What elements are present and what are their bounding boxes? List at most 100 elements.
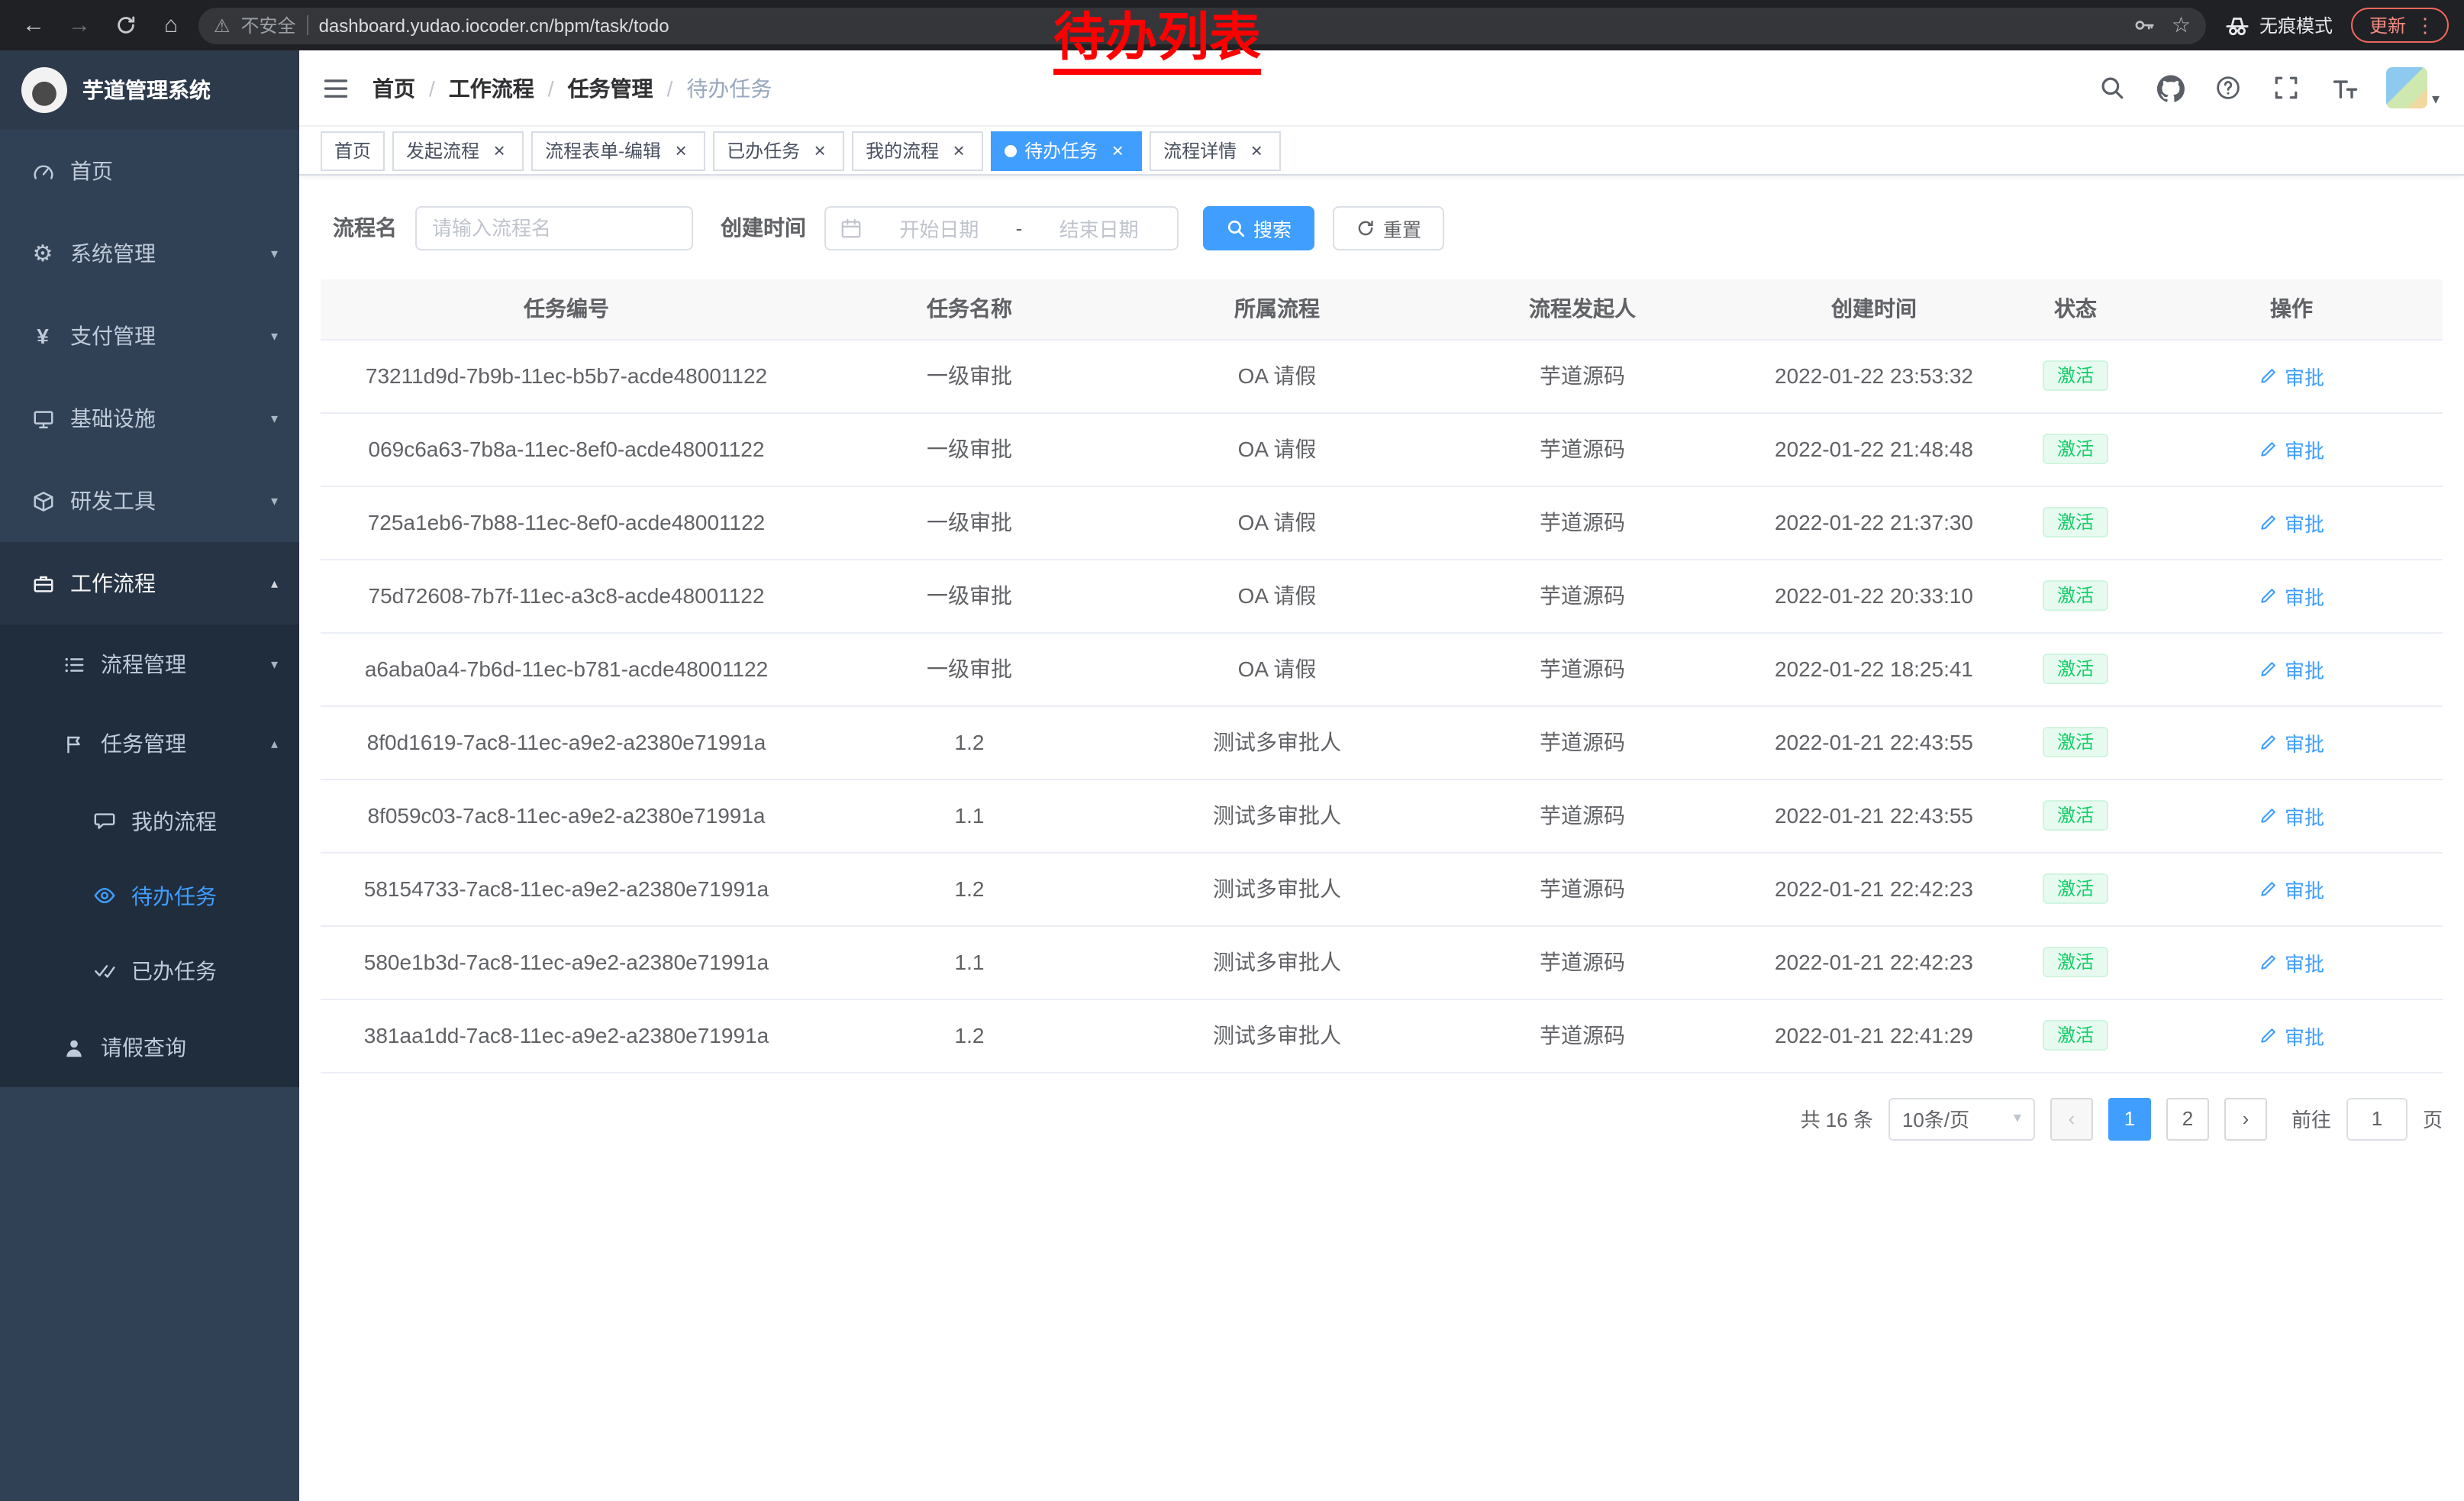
tab[interactable]: 流程详情 × [1150, 131, 1281, 170]
close-icon[interactable]: × [489, 140, 510, 161]
table-header: 任务编号 任务名称 所属流程 流程发起人 创建时间 状态 操作 [321, 279, 2443, 339]
prev-page-button[interactable]: ‹ [2050, 1097, 2093, 1140]
update-button[interactable]: 更新 ⋮ [2351, 8, 2449, 43]
tab[interactable]: 流程表单-编辑 × [531, 131, 705, 170]
sidebar-item-devtools[interactable]: 研发工具 ▾ [0, 460, 299, 542]
sidebar-item-workflow[interactable]: 工作流程 ▴ [0, 542, 299, 625]
approve-button[interactable]: 审批 [2259, 361, 2324, 390]
page-size-select[interactable]: 10条/页 ▾ [1888, 1097, 2035, 1140]
sidebar-item-label: 研发工具 [70, 486, 156, 516]
cell-process: 测试多审批人 [1127, 925, 1427, 999]
url-bar[interactable]: ⚠ 不安全 dashboard.yudao.iocoder.cn/bpm/tas… [198, 7, 2206, 44]
cell-status: 激活 [2011, 412, 2140, 486]
reset-button[interactable]: 重置 [1333, 205, 1444, 250]
password-key-icon[interactable] [2133, 14, 2156, 37]
user-menu[interactable]: ▾ [2386, 67, 2440, 108]
tab[interactable]: 待办任务 × [991, 131, 1142, 170]
approve-button[interactable]: 审批 [2259, 947, 2324, 976]
browser-forward-button[interactable]: → [61, 7, 98, 44]
close-icon[interactable]: × [1246, 140, 1267, 161]
browser-refresh-button[interactable] [107, 7, 144, 44]
approve-label: 审批 [2285, 874, 2324, 903]
close-icon[interactable]: × [1107, 140, 1128, 161]
approve-button[interactable]: 审批 [2259, 654, 2324, 683]
approve-label: 审批 [2285, 361, 2324, 390]
menu-fold-icon[interactable] [299, 50, 373, 126]
approve-label: 审批 [2285, 728, 2324, 757]
cell-create-time: 2022-01-22 21:37:30 [1737, 486, 2011, 559]
table-row: 381aa1dd-7ac8-11ec-a9e2-a2380e71991a 1.2… [321, 999, 2443, 1072]
sidebar-item-home[interactable]: 首页 [0, 130, 299, 212]
app-logo[interactable]: 芋道管理系统 [0, 50, 299, 130]
sidebar-item-infrastructure[interactable]: 基础设施 ▾ [0, 377, 299, 460]
sidebar-item-done-tasks[interactable]: 已办任务 [0, 933, 299, 1008]
edit-icon [2259, 586, 2279, 605]
breadcrumb-home[interactable]: 首页 [373, 73, 415, 103]
close-icon[interactable]: × [670, 140, 692, 161]
approve-button[interactable]: 审批 [2259, 801, 2324, 830]
tab[interactable]: 首页 [321, 131, 385, 170]
sidebar-item-leave-query[interactable]: 请假查询 [0, 1008, 299, 1087]
tab-label: 我的流程 [866, 137, 939, 163]
breadcrumb-workflow[interactable]: 工作流程 [449, 73, 534, 103]
tab[interactable]: 我的流程 × [852, 131, 983, 170]
cell-starter: 芋道源码 [1427, 412, 1737, 486]
sidebar-item-label: 任务管理 [101, 728, 186, 759]
status-badge: 激活 [2043, 434, 2108, 464]
close-icon[interactable]: × [809, 140, 830, 161]
page-button[interactable]: 2 [2166, 1097, 2209, 1140]
sidebar-item-process-management[interactable]: 流程管理 ▾ [0, 625, 299, 704]
search-icon[interactable] [2096, 71, 2130, 105]
breadcrumb-separator: / [548, 76, 554, 100]
screen: ← → ⌂ ⚠ 不安全 dashboard.yudao.iocoder.cn/b… [0, 0, 2464, 1501]
cell-task-id: 75d72608-7b7f-11ec-a3c8-acde48001122 [321, 559, 812, 632]
sidebar-item-label: 已办任务 [131, 955, 217, 986]
sidebar-item-task-management[interactable]: 任务管理 ▴ [0, 704, 299, 783]
incognito-badge: 无痕模式 [2224, 12, 2333, 38]
edit-icon [2259, 366, 2279, 386]
browser-menu-icon[interactable]: ⋮ [2415, 13, 2435, 37]
table-row: a6aba0a4-7b6d-11ec-b781-acde48001122 一级审… [321, 632, 2443, 705]
goto-page-input[interactable] [2346, 1097, 2408, 1140]
approve-button[interactable]: 审批 [2259, 581, 2324, 610]
chevron-down-icon: ▾ [271, 492, 278, 509]
breadcrumb-task-management[interactable]: 任务管理 [568, 73, 653, 103]
sidebar-item-my-process[interactable]: 我的流程 [0, 783, 299, 858]
cell-task-id: 8f059c03-7ac8-11ec-a9e2-a2380e71991a [321, 779, 812, 852]
approve-label: 审批 [2285, 947, 2324, 976]
bookmark-star-icon[interactable]: ☆ [2172, 12, 2191, 38]
cell-process: OA 请假 [1127, 632, 1427, 705]
process-name-input[interactable] [415, 205, 693, 250]
tab[interactable]: 发起流程 × [392, 131, 524, 170]
approve-button[interactable]: 审批 [2259, 874, 2324, 903]
update-label: 更新 [2369, 12, 2406, 38]
close-icon[interactable]: × [948, 140, 969, 161]
status-badge: 激活 [2043, 580, 2108, 611]
cell-actions: 审批 [2140, 486, 2443, 559]
approve-button[interactable]: 审批 [2259, 434, 2324, 463]
browser-home-button[interactable]: ⌂ [153, 7, 189, 44]
next-page-button[interactable]: › [2224, 1097, 2267, 1140]
cell-starter: 芋道源码 [1427, 486, 1737, 559]
search-button[interactable]: 搜索 [1203, 205, 1314, 250]
cell-task-id: 725a1eb6-7b88-11ec-8ef0-acde48001122 [321, 486, 812, 559]
page-button[interactable]: 1 [2108, 1097, 2151, 1140]
cell-task-name: 1.2 [812, 705, 1127, 779]
fullscreen-icon[interactable] [2270, 71, 2304, 105]
browser-back-button[interactable]: ← [15, 7, 52, 44]
cell-process: 测试多审批人 [1127, 779, 1427, 852]
date-range-picker[interactable]: 开始日期 - 结束日期 [824, 205, 1179, 250]
help-icon[interactable] [2212, 71, 2246, 105]
font-size-icon[interactable] [2328, 71, 2362, 105]
sidebar-item-system[interactable]: ⚙ 系统管理 ▾ [0, 212, 299, 295]
approve-button[interactable]: 审批 [2259, 728, 2324, 757]
sidebar-item-todo-tasks[interactable]: 待办任务 [0, 858, 299, 933]
approve-button[interactable]: 审批 [2259, 508, 2324, 537]
cell-status: 激活 [2011, 632, 2140, 705]
sidebar-item-payment[interactable]: ¥ 支付管理 ▾ [0, 295, 299, 377]
cell-actions: 审批 [2140, 632, 2443, 705]
tab[interactable]: 已办任务 × [713, 131, 844, 170]
approve-button[interactable]: 审批 [2259, 1021, 2324, 1050]
create-time-label: 创建时间 [721, 212, 806, 243]
github-icon[interactable] [2154, 71, 2188, 105]
